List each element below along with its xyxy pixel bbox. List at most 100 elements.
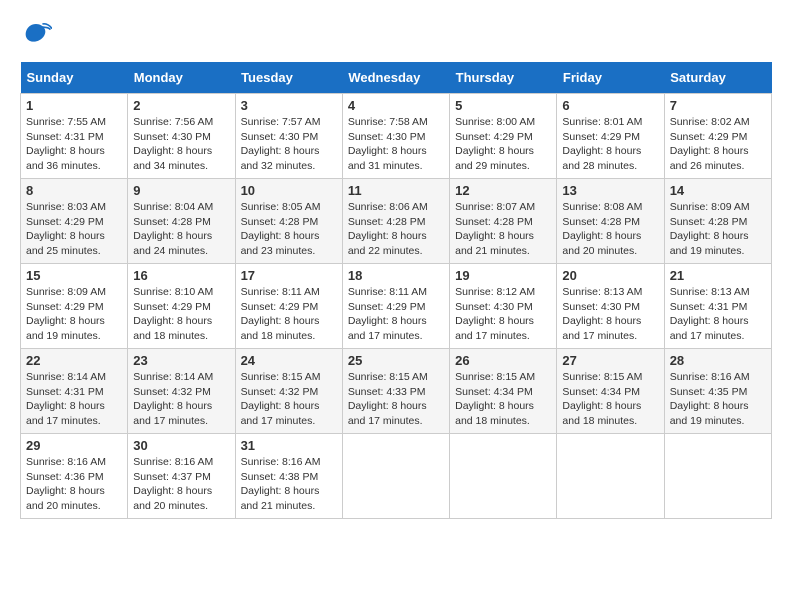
- day-number: 3: [241, 98, 337, 113]
- day-number: 27: [562, 353, 658, 368]
- day-cell-2: 2 Sunrise: 7:56 AM Sunset: 4:30 PM Dayli…: [128, 94, 235, 179]
- day-info: Sunrise: 8:02 AM Sunset: 4:29 PM Dayligh…: [670, 115, 766, 174]
- day-info: Sunrise: 8:16 AM Sunset: 4:37 PM Dayligh…: [133, 455, 229, 514]
- day-info: Sunrise: 8:09 AM Sunset: 4:29 PM Dayligh…: [26, 285, 122, 344]
- day-info: Sunrise: 8:05 AM Sunset: 4:28 PM Dayligh…: [241, 200, 337, 259]
- week-row-2: 8 Sunrise: 8:03 AM Sunset: 4:29 PM Dayli…: [21, 179, 772, 264]
- day-info: Sunrise: 8:13 AM Sunset: 4:30 PM Dayligh…: [562, 285, 658, 344]
- day-info: Sunrise: 8:11 AM Sunset: 4:29 PM Dayligh…: [241, 285, 337, 344]
- day-cell-13: 13 Sunrise: 8:08 AM Sunset: 4:28 PM Dayl…: [557, 179, 664, 264]
- day-cell-4: 4 Sunrise: 7:58 AM Sunset: 4:30 PM Dayli…: [342, 94, 449, 179]
- day-info: Sunrise: 8:16 AM Sunset: 4:35 PM Dayligh…: [670, 370, 766, 429]
- day-info: Sunrise: 8:09 AM Sunset: 4:28 PM Dayligh…: [670, 200, 766, 259]
- day-cell-29: 29 Sunrise: 8:16 AM Sunset: 4:36 PM Dayl…: [21, 434, 128, 519]
- header-day-wednesday: Wednesday: [342, 62, 449, 94]
- day-number: 16: [133, 268, 229, 283]
- day-info: Sunrise: 7:56 AM Sunset: 4:30 PM Dayligh…: [133, 115, 229, 174]
- day-number: 7: [670, 98, 766, 113]
- day-number: 19: [455, 268, 551, 283]
- week-row-3: 15 Sunrise: 8:09 AM Sunset: 4:29 PM Dayl…: [21, 264, 772, 349]
- header-day-saturday: Saturday: [664, 62, 771, 94]
- empty-cell: [664, 434, 771, 519]
- header-day-sunday: Sunday: [21, 62, 128, 94]
- day-cell-26: 26 Sunrise: 8:15 AM Sunset: 4:34 PM Dayl…: [450, 349, 557, 434]
- day-cell-25: 25 Sunrise: 8:15 AM Sunset: 4:33 PM Dayl…: [342, 349, 449, 434]
- calendar-table: SundayMondayTuesdayWednesdayThursdayFrid…: [20, 62, 772, 519]
- day-number: 8: [26, 183, 122, 198]
- day-cell-14: 14 Sunrise: 8:09 AM Sunset: 4:28 PM Dayl…: [664, 179, 771, 264]
- day-cell-19: 19 Sunrise: 8:12 AM Sunset: 4:30 PM Dayl…: [450, 264, 557, 349]
- day-cell-7: 7 Sunrise: 8:02 AM Sunset: 4:29 PM Dayli…: [664, 94, 771, 179]
- day-number: 5: [455, 98, 551, 113]
- day-cell-9: 9 Sunrise: 8:04 AM Sunset: 4:28 PM Dayli…: [128, 179, 235, 264]
- day-info: Sunrise: 8:16 AM Sunset: 4:38 PM Dayligh…: [241, 455, 337, 514]
- day-info: Sunrise: 8:14 AM Sunset: 4:32 PM Dayligh…: [133, 370, 229, 429]
- day-cell-24: 24 Sunrise: 8:15 AM Sunset: 4:32 PM Dayl…: [235, 349, 342, 434]
- day-cell-3: 3 Sunrise: 7:57 AM Sunset: 4:30 PM Dayli…: [235, 94, 342, 179]
- day-number: 25: [348, 353, 444, 368]
- day-cell-16: 16 Sunrise: 8:10 AM Sunset: 4:29 PM Dayl…: [128, 264, 235, 349]
- day-number: 29: [26, 438, 122, 453]
- day-info: Sunrise: 7:57 AM Sunset: 4:30 PM Dayligh…: [241, 115, 337, 174]
- day-number: 22: [26, 353, 122, 368]
- header-row: SundayMondayTuesdayWednesdayThursdayFrid…: [21, 62, 772, 94]
- day-cell-6: 6 Sunrise: 8:01 AM Sunset: 4:29 PM Dayli…: [557, 94, 664, 179]
- day-cell-30: 30 Sunrise: 8:16 AM Sunset: 4:37 PM Dayl…: [128, 434, 235, 519]
- day-info: Sunrise: 8:07 AM Sunset: 4:28 PM Dayligh…: [455, 200, 551, 259]
- day-cell-22: 22 Sunrise: 8:14 AM Sunset: 4:31 PM Dayl…: [21, 349, 128, 434]
- day-info: Sunrise: 8:15 AM Sunset: 4:32 PM Dayligh…: [241, 370, 337, 429]
- day-number: 23: [133, 353, 229, 368]
- day-number: 12: [455, 183, 551, 198]
- day-cell-20: 20 Sunrise: 8:13 AM Sunset: 4:30 PM Dayl…: [557, 264, 664, 349]
- day-info: Sunrise: 8:12 AM Sunset: 4:30 PM Dayligh…: [455, 285, 551, 344]
- week-row-5: 29 Sunrise: 8:16 AM Sunset: 4:36 PM Dayl…: [21, 434, 772, 519]
- day-cell-8: 8 Sunrise: 8:03 AM Sunset: 4:29 PM Dayli…: [21, 179, 128, 264]
- day-number: 11: [348, 183, 444, 198]
- day-number: 14: [670, 183, 766, 198]
- day-number: 20: [562, 268, 658, 283]
- day-info: Sunrise: 8:14 AM Sunset: 4:31 PM Dayligh…: [26, 370, 122, 429]
- day-info: Sunrise: 8:16 AM Sunset: 4:36 PM Dayligh…: [26, 455, 122, 514]
- day-number: 2: [133, 98, 229, 113]
- empty-cell: [342, 434, 449, 519]
- day-info: Sunrise: 8:06 AM Sunset: 4:28 PM Dayligh…: [348, 200, 444, 259]
- day-info: Sunrise: 7:58 AM Sunset: 4:30 PM Dayligh…: [348, 115, 444, 174]
- day-cell-27: 27 Sunrise: 8:15 AM Sunset: 4:34 PM Dayl…: [557, 349, 664, 434]
- day-info: Sunrise: 8:03 AM Sunset: 4:29 PM Dayligh…: [26, 200, 122, 259]
- empty-cell: [450, 434, 557, 519]
- day-cell-15: 15 Sunrise: 8:09 AM Sunset: 4:29 PM Dayl…: [21, 264, 128, 349]
- day-number: 4: [348, 98, 444, 113]
- day-number: 10: [241, 183, 337, 198]
- day-info: Sunrise: 8:15 AM Sunset: 4:33 PM Dayligh…: [348, 370, 444, 429]
- logo-icon: [20, 20, 52, 52]
- page-container: SundayMondayTuesdayWednesdayThursdayFrid…: [20, 20, 772, 519]
- day-number: 30: [133, 438, 229, 453]
- day-cell-31: 31 Sunrise: 8:16 AM Sunset: 4:38 PM Dayl…: [235, 434, 342, 519]
- week-row-1: 1 Sunrise: 7:55 AM Sunset: 4:31 PM Dayli…: [21, 94, 772, 179]
- day-info: Sunrise: 8:08 AM Sunset: 4:28 PM Dayligh…: [562, 200, 658, 259]
- day-info: Sunrise: 8:00 AM Sunset: 4:29 PM Dayligh…: [455, 115, 551, 174]
- day-info: Sunrise: 8:11 AM Sunset: 4:29 PM Dayligh…: [348, 285, 444, 344]
- day-info: Sunrise: 8:15 AM Sunset: 4:34 PM Dayligh…: [562, 370, 658, 429]
- day-info: Sunrise: 7:55 AM Sunset: 4:31 PM Dayligh…: [26, 115, 122, 174]
- day-cell-5: 5 Sunrise: 8:00 AM Sunset: 4:29 PM Dayli…: [450, 94, 557, 179]
- day-number: 26: [455, 353, 551, 368]
- day-info: Sunrise: 8:15 AM Sunset: 4:34 PM Dayligh…: [455, 370, 551, 429]
- day-cell-21: 21 Sunrise: 8:13 AM Sunset: 4:31 PM Dayl…: [664, 264, 771, 349]
- header-day-friday: Friday: [557, 62, 664, 94]
- day-number: 17: [241, 268, 337, 283]
- week-row-4: 22 Sunrise: 8:14 AM Sunset: 4:31 PM Dayl…: [21, 349, 772, 434]
- header-day-thursday: Thursday: [450, 62, 557, 94]
- day-number: 6: [562, 98, 658, 113]
- day-number: 21: [670, 268, 766, 283]
- header-day-monday: Monday: [128, 62, 235, 94]
- day-cell-1: 1 Sunrise: 7:55 AM Sunset: 4:31 PM Dayli…: [21, 94, 128, 179]
- day-number: 13: [562, 183, 658, 198]
- day-number: 9: [133, 183, 229, 198]
- day-cell-10: 10 Sunrise: 8:05 AM Sunset: 4:28 PM Dayl…: [235, 179, 342, 264]
- header: [20, 20, 772, 52]
- day-number: 31: [241, 438, 337, 453]
- day-info: Sunrise: 8:13 AM Sunset: 4:31 PM Dayligh…: [670, 285, 766, 344]
- day-cell-17: 17 Sunrise: 8:11 AM Sunset: 4:29 PM Dayl…: [235, 264, 342, 349]
- logo: [20, 20, 58, 52]
